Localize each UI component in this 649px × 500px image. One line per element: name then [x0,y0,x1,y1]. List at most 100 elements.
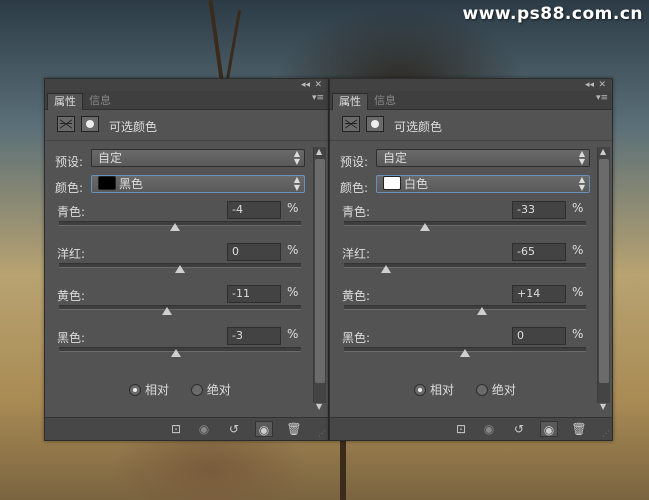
preset-select[interactable]: 自定 ▲ ▼ [376,149,590,167]
preset-select[interactable]: 自定 ▲ ▼ [91,149,305,167]
radio-relative-label: 相对 [145,383,170,397]
adjustment-title: 可选颜色 [109,120,158,134]
slider-thumb[interactable] [381,265,392,273]
view-previous-state-icon[interactable]: ◉ [195,421,213,437]
radio-relative[interactable] [414,384,426,396]
percent-unit: % [572,243,584,257]
select-arrows-icon: ▲ ▼ [578,175,585,192]
slider-value-input[interactable]: 0 [512,327,566,345]
reset-icon[interactable]: ↺ [225,421,243,437]
slider-thumb[interactable] [476,307,487,315]
radio-relative[interactable] [129,384,141,396]
preset-value: 自定 [383,151,408,165]
slider-label: 黄色: [342,289,371,303]
resize-grip-icon[interactable]: ⋰ [318,429,326,438]
percent-unit: % [572,285,584,299]
percent-unit: % [287,285,299,299]
slider-track[interactable] [59,305,301,310]
resize-grip-icon[interactable]: ⋰ [602,429,610,438]
panel-menu-icon[interactable]: ▾≡ [312,93,324,103]
percent-unit: % [287,327,299,341]
view-previous-state-icon[interactable]: ◉ [480,421,498,437]
radio-absolute-label: 绝对 [206,383,231,397]
preset-label: 预设: [55,155,84,169]
scroll-up-icon[interactable]: ▲ [316,147,322,156]
radio-absolute-label: 绝对 [491,383,516,397]
method-radio-group: 相对 绝对 [414,381,534,398]
slider-label: 青色: [342,205,371,219]
visibility-eye-icon[interactable]: ◉ [540,421,558,437]
preset-value: 自定 [98,151,123,165]
tab-info[interactable]: 信息 [368,93,402,109]
color-swatch [383,176,401,190]
slider-value-input[interactable]: 0 [227,243,281,261]
panel-titlebar: ◂◂ ✕ [330,79,612,91]
color-swatch [98,176,116,190]
slider-thumb[interactable] [175,265,185,273]
adjustment-title: 可选颜色 [394,120,443,134]
slider-thumb[interactable] [161,307,172,315]
close-icon[interactable]: ✕ [314,79,322,91]
scrollbar[interactable]: ▲ ▼ [313,147,326,411]
radio-absolute[interactable] [475,384,488,396]
slider-value-input[interactable]: -65 [512,243,566,261]
colors-select[interactable]: 黑色 ▲ ▼ [91,175,305,193]
slider-thumb[interactable] [171,349,182,357]
slider-thumb[interactable] [170,223,181,231]
panel-body: 预设: 自定 ▲ ▼ 颜色: 白色 ▲ ▼ 青色: -33% 洋红: -65% 黄色: +14… [330,141,612,411]
slider-thumb[interactable] [460,349,470,357]
select-arrows-icon: ▲ ▼ [293,149,300,166]
scrollbar[interactable]: ▲ ▼ [597,147,610,411]
watermark: www.ps88.com.cn [462,4,643,24]
panel-footer: ⊡ ◉ ↺ ◉ 🗑 ⋰ [45,417,328,440]
panel-titlebar: ◂◂ ✕ [45,79,328,91]
colors-select[interactable]: 白色 ▲ ▼ [376,175,590,193]
slider-track[interactable] [344,221,586,226]
adjustment-header: 可选颜色 [45,110,328,141]
clip-to-layer-icon[interactable]: ⊡ [452,421,470,437]
slider-track[interactable] [344,305,586,310]
collapse-icon[interactable]: ◂◂ [585,79,594,91]
scroll-down-icon[interactable]: ▼ [600,402,606,411]
panel-menu-icon[interactable]: ▾≡ [596,93,608,103]
slider-value-input[interactable]: -11 [227,285,281,303]
scroll-down-icon[interactable]: ▼ [316,402,322,411]
colors-value: 白色 [404,177,429,191]
colors-label: 颜色: [340,181,369,195]
slider-value-input[interactable]: -3 [227,327,281,345]
collapse-icon[interactable]: ◂◂ [301,79,310,91]
adjustment-layer-icon [342,116,360,132]
colors-value: 黑色 [119,177,144,191]
tab-info[interactable]: 信息 [83,93,117,109]
slider-value-input[interactable]: +14 [512,285,566,303]
tab-properties[interactable]: 属性 [332,93,368,110]
percent-unit: % [287,243,299,257]
scroll-up-icon[interactable]: ▲ [600,147,606,156]
radio-absolute[interactable] [190,384,203,396]
slider-value-input[interactable]: -4 [227,201,281,219]
layer-mask-icon[interactable] [81,116,99,132]
scrollbar-thumb[interactable] [599,159,609,383]
trash-icon[interactable]: 🗑 [570,421,588,437]
trash-icon[interactable]: 🗑 [285,421,303,437]
percent-unit: % [287,201,299,215]
method-radio-group: 相对 绝对 [129,381,249,398]
panel-tabbar: 属性 信息 ▾≡ [330,91,612,110]
adjustment-header: 可选颜色 [330,110,612,141]
reset-icon[interactable]: ↺ [510,421,528,437]
slider-label: 黄色: [57,289,86,303]
layer-mask-icon[interactable] [366,116,384,132]
slider-label: 黑色: [342,331,371,345]
properties-panel-right: ◂◂ ✕ 属性 信息 ▾≡ 可选颜色 预设: 自定 ▲ ▼ 颜色: 白色 ▲ ▼ 青… [329,78,613,441]
adjustment-layer-icon [57,116,75,132]
panel-body: 预设: 自定 ▲ ▼ 颜色: 黑色 ▲ ▼ 青色: -4% 洋红: 0% 黄色: -11% 黑色… [45,141,328,411]
clip-to-layer-icon[interactable]: ⊡ [167,421,185,437]
scrollbar-thumb[interactable] [315,159,325,383]
slider-value-input[interactable]: -33 [512,201,566,219]
slider-label: 洋红: [342,247,371,261]
slider-track[interactable] [344,263,586,268]
slider-thumb[interactable] [420,223,431,231]
close-icon[interactable]: ✕ [598,79,606,91]
visibility-eye-icon[interactable]: ◉ [255,421,273,437]
tab-properties[interactable]: 属性 [47,93,83,110]
